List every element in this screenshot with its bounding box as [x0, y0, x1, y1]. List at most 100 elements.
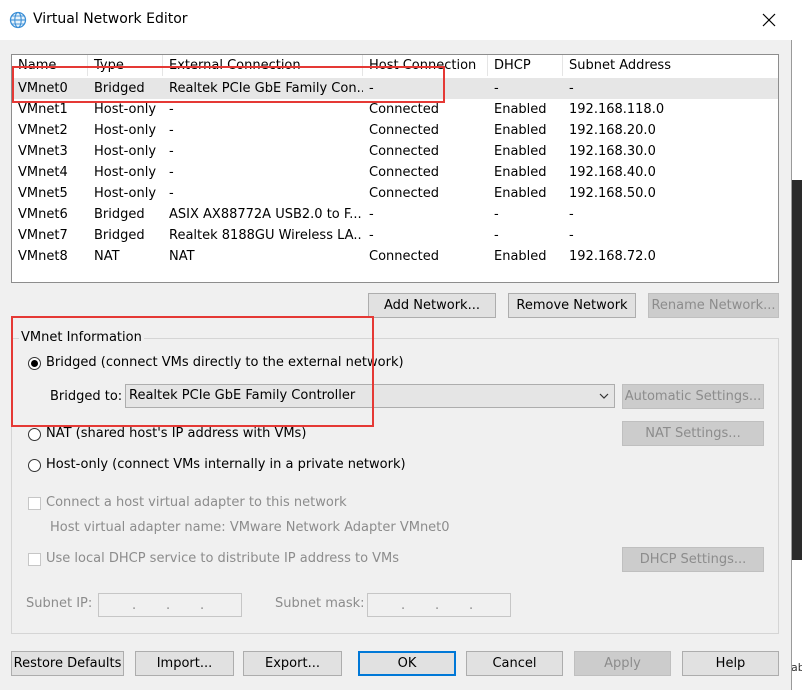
nat-radio[interactable] — [28, 428, 41, 441]
table-row-vmnet2[interactable]: VMnet2 Host-only - Connected Enabled 192… — [12, 120, 778, 141]
vmnet-information-group — [11, 338, 779, 634]
table-row-vmnet4[interactable]: VMnet4 Host-only - Connected Enabled 192… — [12, 162, 778, 183]
host-only-radio-label[interactable]: Host-only (connect VMs internally in a p… — [46, 457, 406, 472]
chevron-down-icon — [599, 393, 609, 399]
column-header-type[interactable]: Type — [88, 55, 163, 76]
cell-subnet-address: 192.168.30.0 — [569, 144, 656, 159]
use-dhcp-checkbox[interactable] — [28, 553, 41, 566]
cell-external-connection: NAT — [169, 249, 195, 264]
host-adapter-name-label: Host virtual adapter name: VMware Networ… — [50, 520, 450, 535]
column-header-external-connection[interactable]: External Connection — [163, 55, 363, 76]
cell-dhcp: Enabled — [494, 249, 547, 264]
table-row-vmnet5[interactable]: VMnet5 Host-only - Connected Enabled 192… — [12, 183, 778, 204]
cell-dhcp: Enabled — [494, 144, 547, 159]
network-table[interactable]: Name Type External Connection Host Conne… — [11, 54, 779, 283]
globe-icon — [9, 11, 27, 29]
window-title: Virtual Network Editor — [33, 11, 188, 27]
cell-name: VMnet1 — [18, 102, 68, 117]
virtual-network-editor-window: Virtual Network Editor Name Type Externa… — [0, 0, 792, 690]
vmnet-information-label: VMnet Information — [19, 330, 144, 345]
close-button[interactable] — [746, 0, 792, 40]
cell-dhcp: - — [494, 81, 499, 96]
connect-host-adapter-checkbox[interactable] — [28, 497, 41, 510]
cell-subnet-address: 192.168.50.0 — [569, 186, 656, 201]
cell-external-connection: - — [169, 186, 174, 201]
cell-name: VMnet4 — [18, 165, 68, 180]
column-header-name[interactable]: Name — [12, 55, 88, 76]
nat-settings-button[interactable]: NAT Settings... — [622, 421, 764, 446]
table-row-vmnet3[interactable]: VMnet3 Host-only - Connected Enabled 192… — [12, 141, 778, 162]
bridged-to-label: Bridged to: — [50, 389, 123, 404]
host-only-radio[interactable] — [28, 459, 41, 472]
cell-type: Bridged — [94, 207, 145, 222]
add-network-button[interactable]: Add Network... — [368, 293, 496, 318]
column-header-subnet-address[interactable]: Subnet Address — [563, 55, 778, 76]
subnet-mask-label: Subnet mask: — [275, 596, 365, 611]
cell-dhcp: Enabled — [494, 123, 547, 138]
cell-type: Bridged — [94, 81, 145, 96]
cell-host-connection: Connected — [369, 186, 440, 201]
close-icon — [762, 13, 776, 27]
ok-button[interactable]: OK — [358, 651, 456, 676]
cell-type: Host-only — [94, 144, 157, 159]
cell-name: VMnet5 — [18, 186, 68, 201]
cell-type: Host-only — [94, 123, 157, 138]
cell-subnet-address: - — [569, 81, 574, 96]
ip-separator: . — [166, 598, 171, 613]
bridged-to-select[interactable]: Realtek PCIe GbE Family Controller — [125, 384, 615, 408]
cell-type: NAT — [94, 249, 120, 264]
cell-subnet-address: 192.168.118.0 — [569, 102, 665, 117]
cell-name: VMnet6 — [18, 207, 68, 222]
restore-defaults-button[interactable]: Restore Defaults — [11, 651, 124, 676]
cell-subnet-address: - — [569, 207, 574, 222]
cell-dhcp: - — [494, 207, 499, 222]
cell-host-connection: Connected — [369, 165, 440, 180]
automatic-settings-button[interactable]: Automatic Settings... — [622, 384, 764, 409]
cell-subnet-address: 192.168.40.0 — [569, 165, 656, 180]
ip-separator: . — [435, 598, 440, 613]
export-button[interactable]: Export... — [243, 651, 342, 676]
ip-separator: . — [200, 598, 205, 613]
bridged-radio[interactable] — [28, 357, 41, 370]
cell-type: Bridged — [94, 228, 145, 243]
subnet-ip-label: Subnet IP: — [26, 596, 93, 611]
cell-external-connection: - — [169, 102, 174, 117]
ip-separator: . — [469, 598, 474, 613]
cell-host-connection: Connected — [369, 102, 440, 117]
cancel-button[interactable]: Cancel — [466, 651, 563, 676]
subnet-mask-input[interactable]: . . . — [367, 593, 511, 617]
nat-radio-label[interactable]: NAT (shared host's IP address with VMs) — [46, 426, 306, 441]
title-bar: Virtual Network Editor — [0, 0, 792, 40]
table-row-vmnet6[interactable]: VMnet6 Bridged ASIX AX88772A USB2.0 to F… — [12, 204, 778, 225]
import-button[interactable]: Import... — [135, 651, 234, 676]
rename-network-button[interactable]: Rename Network... — [648, 293, 779, 318]
background-text: ab — [791, 661, 802, 674]
cell-type: Host-only — [94, 165, 157, 180]
cell-name: VMnet2 — [18, 123, 68, 138]
cell-name: VMnet0 — [18, 81, 68, 96]
cell-subnet-address: 192.168.72.0 — [569, 249, 656, 264]
cell-dhcp: Enabled — [494, 165, 547, 180]
table-row-vmnet8[interactable]: VMnet8 NAT NAT Connected Enabled 192.168… — [12, 246, 778, 267]
background-dark-panel — [792, 180, 802, 560]
table-row-vmnet0[interactable]: VMnet0 Bridged Realtek PCIe GbE Family C… — [12, 78, 778, 99]
cell-name: VMnet8 — [18, 249, 68, 264]
dhcp-settings-button[interactable]: DHCP Settings... — [622, 547, 764, 572]
column-header-dhcp[interactable]: DHCP — [488, 55, 563, 76]
remove-network-button[interactable]: Remove Network — [508, 293, 636, 318]
table-row-vmnet1[interactable]: VMnet1 Host-only - Connected Enabled 192… — [12, 99, 778, 120]
use-dhcp-label: Use local DHCP service to distribute IP … — [46, 551, 400, 566]
cell-subnet-address: 192.168.20.0 — [569, 123, 656, 138]
column-header-host-connection[interactable]: Host Connection — [363, 55, 488, 76]
bridged-radio-label[interactable]: Bridged (connect VMs directly to the ext… — [46, 355, 404, 370]
ip-separator: . — [401, 598, 406, 613]
help-button[interactable]: Help — [682, 651, 779, 676]
cell-external-connection: ASIX AX88772A USB2.0 to F... — [169, 207, 362, 222]
cell-host-connection: Connected — [369, 123, 440, 138]
subnet-ip-input[interactable]: . . . — [98, 593, 242, 617]
cell-external-connection: - — [169, 165, 174, 180]
apply-button[interactable]: Apply — [574, 651, 671, 676]
cell-name: VMnet7 — [18, 228, 68, 243]
cell-external-connection: - — [169, 123, 174, 138]
table-row-vmnet7[interactable]: VMnet7 Bridged Realtek 8188GU Wireless L… — [12, 225, 778, 246]
